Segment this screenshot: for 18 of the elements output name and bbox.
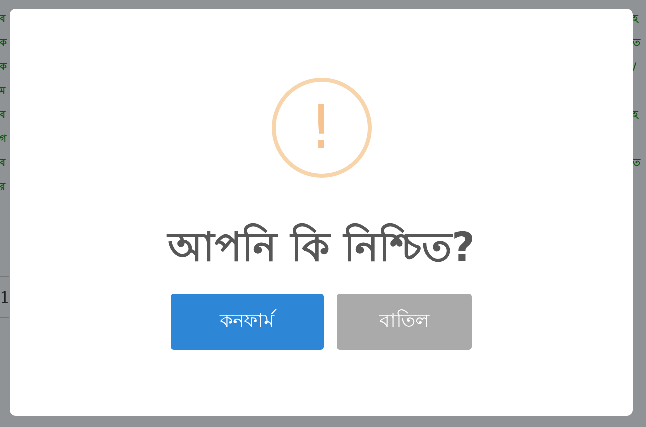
confirm-button[interactable]: কনফার্ম bbox=[171, 294, 324, 350]
background-text: ত bbox=[633, 37, 641, 51]
background-text: ব bbox=[0, 157, 7, 171]
cancel-button[interactable]: বাতিল bbox=[337, 294, 472, 350]
dialog-title: আপনি কি নিশ্চিত? bbox=[168, 222, 476, 273]
warning-icon: ! bbox=[272, 78, 372, 178]
background-text: হ bbox=[633, 109, 638, 123]
table-cell: 1 bbox=[0, 288, 10, 306]
background-text: ক bbox=[0, 61, 8, 75]
background-text: র bbox=[0, 181, 7, 195]
background-text: ব bbox=[0, 109, 7, 123]
background-text: ম bbox=[0, 85, 7, 99]
background-text: ত bbox=[633, 157, 641, 171]
background-text: হ bbox=[633, 13, 640, 27]
background-text: ব bbox=[0, 13, 7, 27]
background-text: গ bbox=[0, 133, 8, 147]
background-text: / bbox=[633, 61, 638, 75]
background-text: ক bbox=[0, 37, 8, 51]
